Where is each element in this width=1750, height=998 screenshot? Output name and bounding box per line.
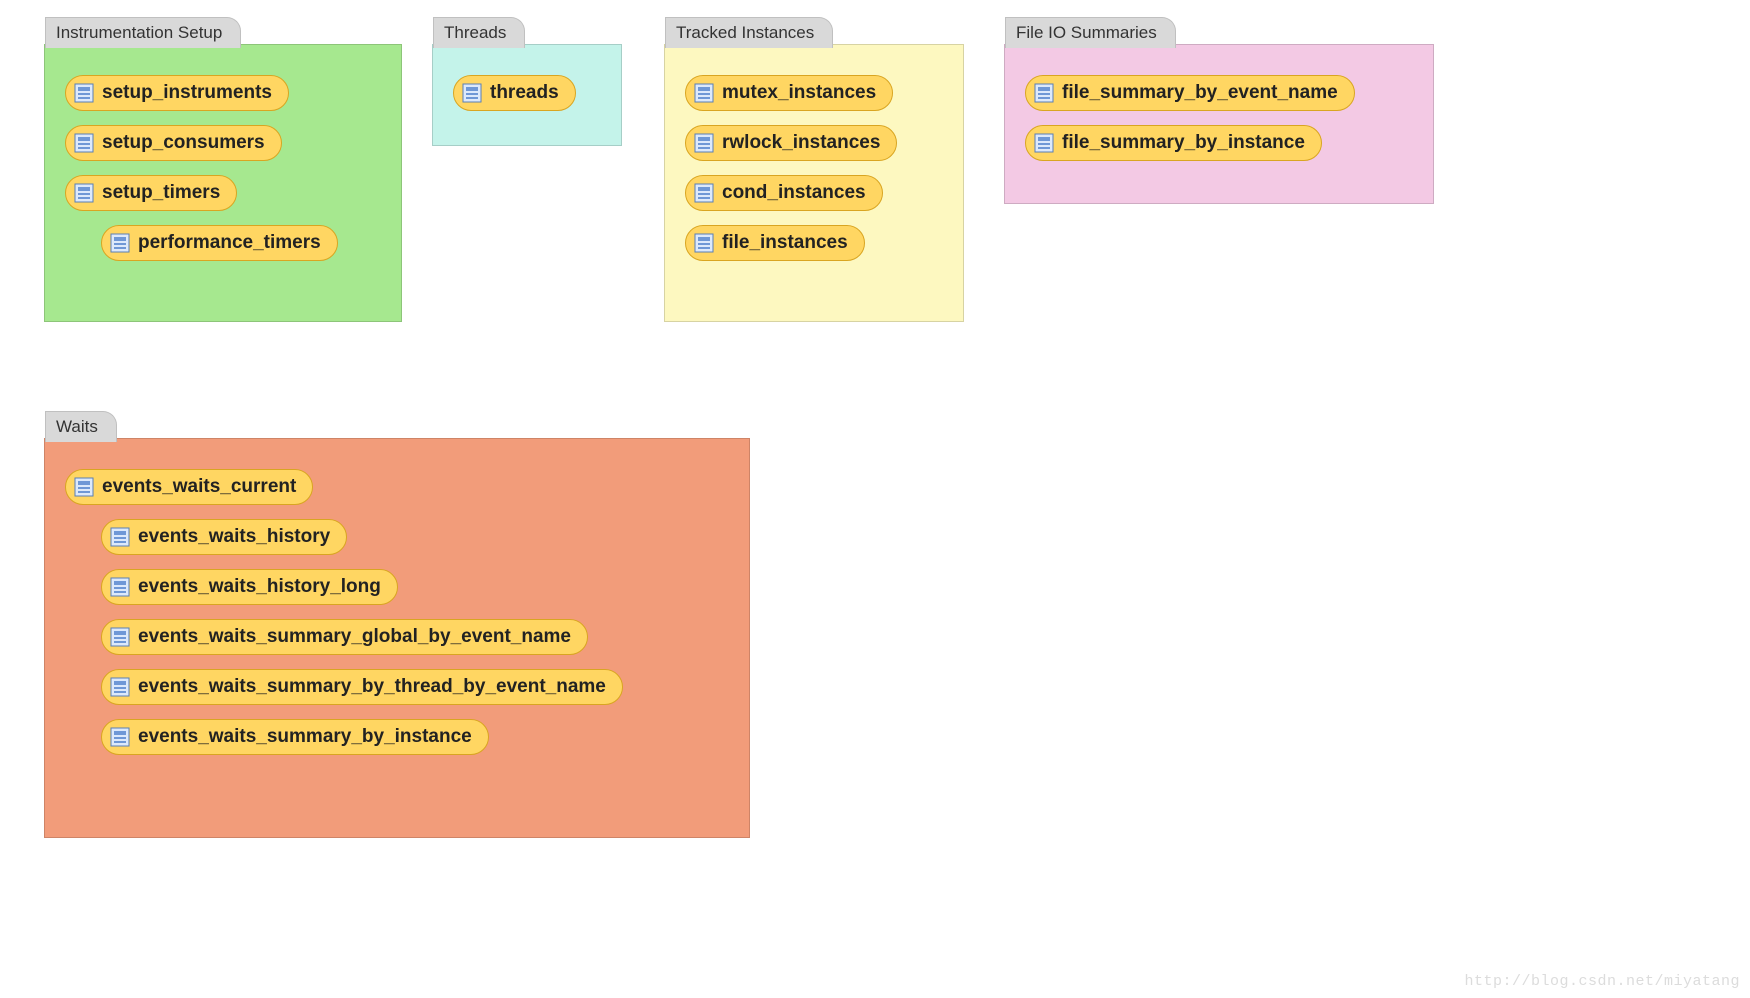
panel-tab: Threads xyxy=(433,17,525,48)
table-icon xyxy=(110,577,130,597)
table-item[interactable]: events_waits_summary_by_thread_by_event_… xyxy=(101,669,623,705)
panel-body: file_summary_by_event_name file_summary_… xyxy=(1005,45,1433,185)
table-item[interactable]: file_summary_by_event_name xyxy=(1025,75,1355,111)
table-item[interactable]: file_instances xyxy=(685,225,865,261)
table-label: events_waits_history xyxy=(138,526,330,548)
table-label: file_summary_by_instance xyxy=(1062,132,1305,154)
panel-body: threads xyxy=(433,45,621,135)
table-icon xyxy=(1034,133,1054,153)
panel-body: setup_instruments setup_consumers setup_… xyxy=(45,45,401,285)
table-icon xyxy=(74,133,94,153)
table-label: events_waits_summary_by_thread_by_event_… xyxy=(138,676,606,698)
table-label: cond_instances xyxy=(722,182,866,204)
table-item[interactable]: setup_consumers xyxy=(65,125,282,161)
table-item[interactable]: setup_instruments xyxy=(65,75,289,111)
table-icon xyxy=(694,133,714,153)
table-item[interactable]: setup_timers xyxy=(65,175,237,211)
table-label: mutex_instances xyxy=(722,82,876,104)
table-item[interactable]: events_waits_summary_by_instance xyxy=(101,719,489,755)
panel-tab: Waits xyxy=(45,411,117,442)
table-label: events_waits_current xyxy=(102,476,296,498)
panel-tab: Tracked Instances xyxy=(665,17,833,48)
panel-tab: Instrumentation Setup xyxy=(45,17,241,48)
panel-waits: Waits events_waits_current events_waits_… xyxy=(44,438,750,838)
table-item[interactable]: cond_instances xyxy=(685,175,883,211)
panel-file-io-summaries: File IO Summaries file_summary_by_event_… xyxy=(1004,44,1434,204)
table-icon xyxy=(74,83,94,103)
table-label: setup_timers xyxy=(102,182,220,204)
table-label: events_waits_history_long xyxy=(138,576,381,598)
table-icon xyxy=(110,677,130,697)
table-icon xyxy=(74,183,94,203)
table-icon xyxy=(110,527,130,547)
table-label: setup_instruments xyxy=(102,82,272,104)
table-icon xyxy=(694,233,714,253)
table-icon xyxy=(110,233,130,253)
table-icon xyxy=(110,727,130,747)
table-label: events_waits_summary_by_instance xyxy=(138,726,472,748)
table-item[interactable]: events_waits_current xyxy=(65,469,313,505)
table-label: threads xyxy=(490,82,559,104)
table-icon xyxy=(694,183,714,203)
table-icon xyxy=(74,477,94,497)
panel-body: events_waits_current events_waits_histor… xyxy=(45,439,749,779)
table-item[interactable]: performance_timers xyxy=(101,225,338,261)
table-item[interactable]: events_waits_history xyxy=(101,519,347,555)
watermark-text: http://blog.csdn.net/miyatang xyxy=(1464,973,1740,990)
table-label: performance_timers xyxy=(138,232,321,254)
table-item[interactable]: events_waits_summary_global_by_event_nam… xyxy=(101,619,588,655)
panel-tab: File IO Summaries xyxy=(1005,17,1176,48)
table-label: setup_consumers xyxy=(102,132,265,154)
table-item[interactable]: rwlock_instances xyxy=(685,125,897,161)
table-item[interactable]: file_summary_by_instance xyxy=(1025,125,1322,161)
table-label: file_summary_by_event_name xyxy=(1062,82,1338,104)
table-icon xyxy=(1034,83,1054,103)
table-label: file_instances xyxy=(722,232,848,254)
table-icon xyxy=(462,83,482,103)
panel-instrumentation: Instrumentation Setup setup_instruments … xyxy=(44,44,402,322)
panel-body: mutex_instances rwlock_instances cond_in… xyxy=(665,45,963,285)
panel-tracked-instances: Tracked Instances mutex_instances rwlock… xyxy=(664,44,964,322)
table-item[interactable]: mutex_instances xyxy=(685,75,893,111)
table-label: rwlock_instances xyxy=(722,132,880,154)
table-item[interactable]: threads xyxy=(453,75,576,111)
table-icon xyxy=(694,83,714,103)
table-label: events_waits_summary_global_by_event_nam… xyxy=(138,626,571,648)
table-item[interactable]: events_waits_history_long xyxy=(101,569,398,605)
panel-threads: Threads threads xyxy=(432,44,622,146)
table-icon xyxy=(110,627,130,647)
